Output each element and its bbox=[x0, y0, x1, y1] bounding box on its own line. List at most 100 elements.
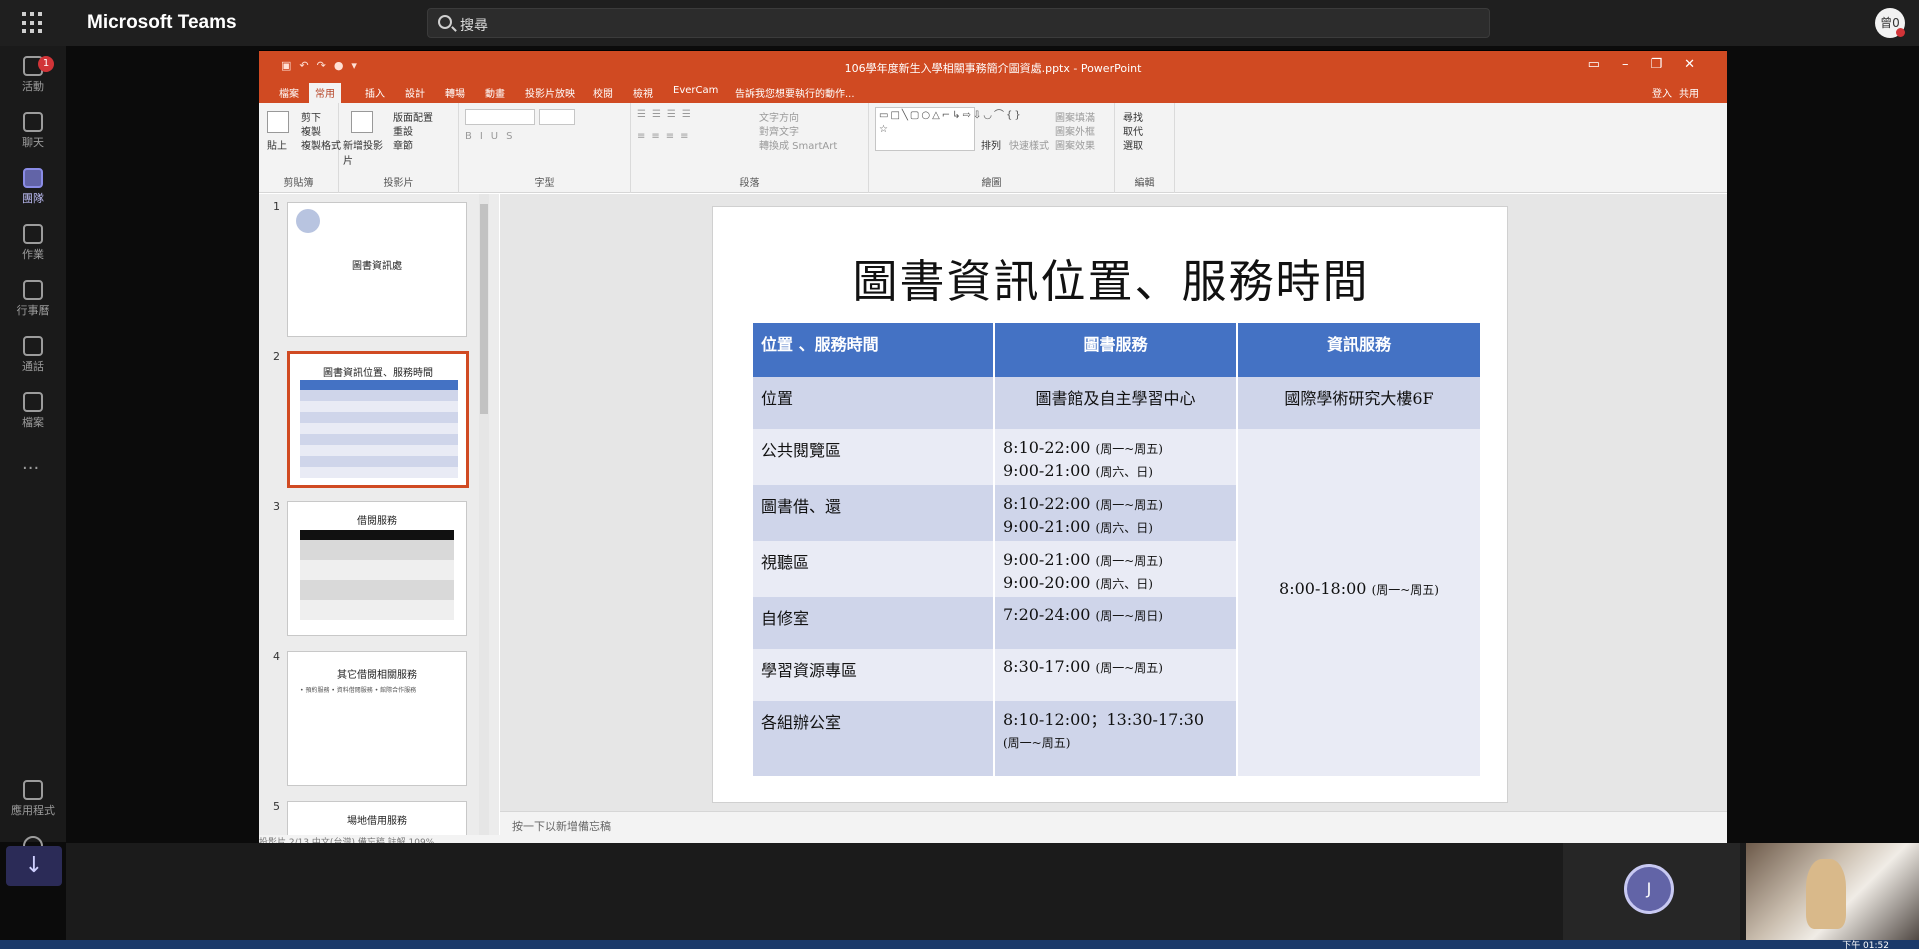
shape-fill-button[interactable]: 圖案填滿 bbox=[1055, 109, 1095, 124]
rail-item-label: 團隊 bbox=[22, 192, 44, 205]
thumb-number: 2 bbox=[273, 350, 280, 363]
slide-thumbnail-3[interactable]: 借閱服務 bbox=[287, 501, 467, 636]
font-size-box[interactable] bbox=[539, 109, 575, 125]
tab-file[interactable]: 檔案 bbox=[279, 85, 299, 100]
shape-effects-button[interactable]: 圖案效果 bbox=[1055, 137, 1095, 152]
self-video-preview[interactable] bbox=[1746, 843, 1919, 940]
video-figure bbox=[1806, 859, 1846, 929]
app-title: Microsoft Teams bbox=[87, 12, 237, 33]
group-label: 編輯 bbox=[1134, 178, 1155, 189]
hours-text: 8:10-22:00 bbox=[1003, 438, 1091, 457]
thumb-number: 5 bbox=[273, 800, 280, 813]
thumb-title: 圖書資訊處 bbox=[352, 261, 402, 272]
table-cell: 8:10-12:00；13:30-17:30 (周一~周五) bbox=[995, 701, 1238, 776]
slide-thumbnail-5[interactable]: 場地借用服務 bbox=[287, 801, 467, 835]
file-icon bbox=[23, 392, 43, 412]
participant-avatar: J bbox=[1624, 864, 1674, 914]
text-direction-button[interactable]: 文字方向 bbox=[759, 109, 799, 124]
table-cell-label: 公共閱覽區 bbox=[753, 429, 995, 485]
sign-in-link[interactable]: 登入 bbox=[1652, 85, 1672, 100]
share-button[interactable]: 共用 bbox=[1679, 85, 1699, 100]
app-launcher-icon[interactable] bbox=[22, 12, 44, 34]
rail-item-chat[interactable]: 聊天 bbox=[0, 108, 66, 158]
rail-item-activity[interactable]: 1 活動 bbox=[0, 52, 66, 102]
paste-icon[interactable] bbox=[267, 111, 289, 133]
thumb-title: 場地借用服務 bbox=[347, 816, 407, 827]
thumb-table-header bbox=[300, 530, 454, 540]
slide-thumbnail-2[interactable]: 圖書資訊位置、服務時間 bbox=[287, 351, 469, 488]
rail-item-calendar[interactable]: 行事曆 bbox=[0, 276, 66, 326]
rail-item-apps[interactable]: 應用程式 bbox=[0, 776, 66, 826]
tab-animations[interactable]: 動畫 bbox=[485, 85, 505, 100]
paste-button[interactable]: 貼上 bbox=[267, 137, 287, 152]
tell-me-box[interactable]: 告訴我您想要執行的動作... bbox=[735, 85, 855, 100]
align-text-button[interactable]: 對齊文字 bbox=[759, 123, 799, 138]
table-header-cell: 資訊服務 bbox=[1238, 323, 1480, 377]
tab-transitions[interactable]: 轉場 bbox=[445, 85, 465, 100]
shapes-gallery[interactable]: ▭□╲▢○△⌐↳⇨⇩◡⌒{}☆ bbox=[875, 107, 1021, 151]
table-cell: 8:30-17:00 (周一~周五) bbox=[995, 649, 1238, 701]
new-slide-button[interactable]: 新增投影片 bbox=[343, 137, 383, 167]
logo-icon bbox=[296, 209, 320, 233]
window-controls[interactable]: ▭–❐✕ bbox=[1588, 57, 1717, 72]
rail-item-teams[interactable]: 團隊 bbox=[0, 164, 66, 214]
days-note: (周一~周五) bbox=[1095, 498, 1163, 512]
slide-thumbnail-1[interactable]: 圖書資訊處 bbox=[287, 202, 467, 337]
cut-button[interactable]: 剪下 bbox=[301, 109, 321, 124]
chat-icon bbox=[23, 112, 43, 132]
tab-home[interactable]: 常用 bbox=[309, 83, 341, 103]
shape-outline-button[interactable]: 圖案外框 bbox=[1055, 123, 1095, 138]
participant-tile[interactable]: J bbox=[1563, 843, 1740, 940]
rail-item-files[interactable]: 檔案 bbox=[0, 388, 66, 438]
new-slide-icon[interactable] bbox=[351, 111, 373, 133]
scrollbar-thumb[interactable] bbox=[480, 204, 488, 414]
group-label: 繪圖 bbox=[981, 178, 1002, 189]
windows-taskbar: 下午 01:52 bbox=[0, 940, 1919, 949]
layout-button[interactable]: 版面配置 bbox=[393, 109, 433, 124]
rail-item-calls[interactable]: 通話 bbox=[0, 332, 66, 382]
list-buttons[interactable]: ☰☰☰☰ bbox=[637, 109, 697, 120]
smartart-button[interactable]: 轉換成 SmartArt bbox=[759, 137, 837, 152]
reset-button[interactable]: 重設 bbox=[393, 123, 413, 138]
font-format-buttons[interactable]: BIUS bbox=[465, 131, 520, 142]
rail-item-label: 通話 bbox=[22, 360, 44, 373]
align-buttons[interactable]: ≡≡≡≡ bbox=[637, 131, 695, 142]
tab-review[interactable]: 校閱 bbox=[593, 85, 613, 100]
table-cell-label: 各組辦公室 bbox=[753, 701, 995, 776]
days-note: (周一~周五) bbox=[1095, 554, 1163, 568]
more-apps-icon[interactable]: ··· bbox=[22, 458, 39, 479]
search-input[interactable]: 搜尋 bbox=[427, 8, 1490, 38]
section-button[interactable]: 章節 bbox=[393, 137, 413, 152]
tab-design[interactable]: 設計 bbox=[405, 85, 425, 100]
tab-slideshow[interactable]: 投影片放映 bbox=[525, 85, 575, 100]
find-button[interactable]: 尋找 bbox=[1123, 109, 1143, 124]
days-note: (周六、日) bbox=[1095, 521, 1153, 535]
table-cell-label: 自修室 bbox=[753, 597, 995, 649]
rail-item-label: 行事曆 bbox=[16, 304, 50, 317]
select-button[interactable]: 選取 bbox=[1123, 137, 1143, 152]
table-cell-label: 圖書借、還 bbox=[753, 485, 995, 541]
tab-view[interactable]: 檢視 bbox=[633, 85, 653, 100]
days-note: (周六、日) bbox=[1095, 465, 1153, 479]
slide-thumbnail-4[interactable]: 其它借閱相關服務 • 預約服務 • 資料借閱服務 • 館際合作服務 bbox=[287, 651, 467, 786]
replace-button[interactable]: 取代 bbox=[1123, 123, 1143, 138]
hours-text: 9:00-21:00 bbox=[1003, 550, 1091, 569]
quick-styles-button[interactable]: 快速樣式 bbox=[1009, 137, 1049, 152]
slide-thumbnails-pane: 1 圖書資訊處 2 圖書資訊位置、服務時間 3 借閱服務 4 其它借閱相關服務 … bbox=[259, 194, 499, 835]
notes-pane[interactable]: 按一下以新增備忘稿 bbox=[500, 811, 1727, 835]
copy-button[interactable]: 複製 bbox=[301, 123, 321, 138]
days-note: (周六、日) bbox=[1095, 577, 1153, 591]
font-name-box[interactable] bbox=[465, 109, 535, 125]
table-cell: 8:10-22:00 (周一~周五) 9:00-21:00 (周六、日) bbox=[995, 429, 1238, 485]
tab-evercam[interactable]: EverCam bbox=[673, 85, 718, 96]
thumbnails-scrollbar[interactable] bbox=[479, 194, 489, 835]
slide-canvas[interactable]: 圖書資訊位置、服務時間 位置 、服務時間 圖書服務 資訊服務 位置 圖書館及自主… bbox=[712, 206, 1508, 803]
slide-editor: 圖書資訊位置、服務時間 位置 、服務時間 圖書服務 資訊服務 位置 圖書館及自主… bbox=[500, 194, 1727, 835]
arrange-button[interactable]: 排列 bbox=[981, 137, 1001, 152]
download-icon[interactable]: ↓ bbox=[6, 846, 62, 886]
table-cell-merged: 8:00-18:00 (周一~周五) bbox=[1238, 429, 1480, 776]
format-painter-button[interactable]: 複製格式 bbox=[301, 137, 341, 152]
tab-insert[interactable]: 插入 bbox=[365, 85, 385, 100]
rail-item-assignments[interactable]: 作業 bbox=[0, 220, 66, 270]
hours-text: 7:20-24:00 bbox=[1003, 605, 1091, 624]
